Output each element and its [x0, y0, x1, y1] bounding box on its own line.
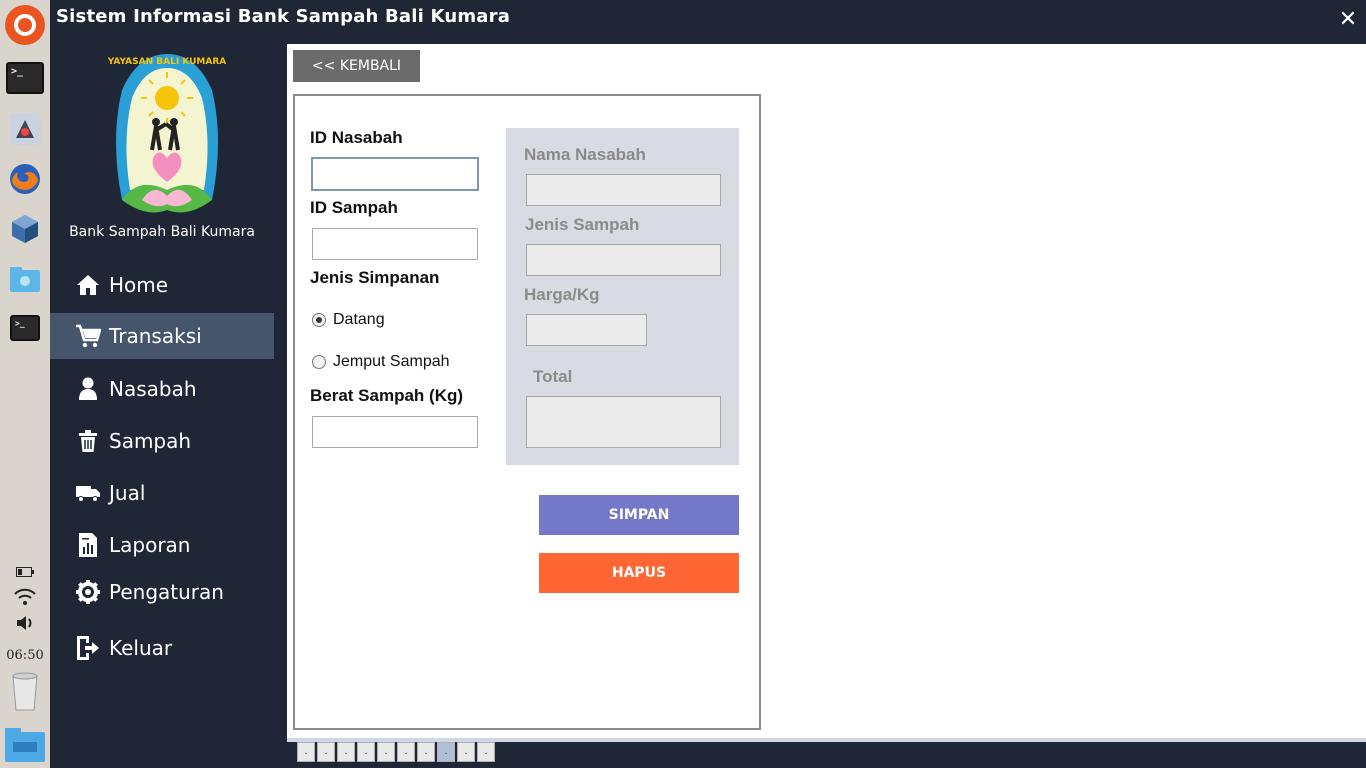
nama-nasabah-label: Nama Nasabah	[524, 145, 646, 164]
nav-label: Jual	[109, 481, 146, 505]
transaction-form: ID Nasabah ID Sampah Jenis Simpanan Data…	[293, 94, 761, 730]
window-title: Sistem Informasi Bank Sampah Bali Kumara	[56, 6, 511, 27]
nav-label: Transaksi	[109, 324, 202, 348]
workspace-tab[interactable]: .	[417, 742, 435, 762]
nav-transaksi[interactable]: Transaksi	[50, 313, 274, 359]
nav-label: Nasabah	[109, 377, 197, 401]
workspace-tabs: . . . . . . . . . .	[297, 742, 497, 762]
nav-label: Pengaturan	[109, 580, 224, 604]
volume-icon[interactable]	[0, 614, 50, 636]
user-icon	[75, 376, 101, 402]
workspace-tab[interactable]: .	[317, 742, 335, 762]
nav-label: Sampah	[109, 429, 192, 453]
nav-label: Keluar	[109, 636, 173, 660]
nav-label: Laporan	[109, 533, 191, 557]
java-app-icon[interactable]	[3, 107, 47, 151]
id-sampah-label: ID Sampah	[310, 198, 398, 217]
id-nasabah-input[interactable]	[311, 157, 479, 191]
nav-sampah[interactable]: Sampah	[50, 418, 274, 464]
trash-bin-icon	[75, 428, 101, 454]
workspace-tab[interactable]: .	[457, 742, 475, 762]
hapus-button[interactable]: HAPUS	[539, 553, 739, 593]
launcher: >_ >_ 06:50	[0, 0, 50, 768]
jenis-simpanan-label: Jenis Simpanan	[310, 268, 440, 287]
simpan-button[interactable]: SIMPAN	[539, 495, 739, 535]
sidebar: YAYASAN BALI KUMARA Bank Sampah Bali Kum…	[50, 44, 287, 768]
workspace-tab[interactable]: .	[357, 742, 375, 762]
main-content: << KEMBALI ID Nasabah ID Sampah Jenis Si…	[287, 44, 1366, 740]
workspace-tab[interactable]: .	[297, 742, 315, 762]
cart-icon	[75, 323, 101, 349]
nama-nasabah-field	[526, 174, 721, 206]
svg-text:YAYASAN BALI KUMARA: YAYASAN BALI KUMARA	[108, 57, 226, 67]
truck-icon	[75, 480, 101, 506]
terminal-icon[interactable]: >_	[3, 306, 47, 350]
radio-jemput-sampah[interactable]: Jemput Sampah	[312, 353, 450, 371]
home-icon	[75, 272, 101, 298]
total-label: Total	[533, 367, 573, 386]
nav-jual[interactable]: Jual	[50, 470, 274, 516]
workspace-tab[interactable]: .	[397, 742, 415, 762]
nav-pengaturan[interactable]: Pengaturan	[50, 569, 274, 615]
close-icon[interactable]: ✕	[1334, 6, 1362, 34]
info-panel: Nama Nasabah Jenis Sampah Harga/Kg Total	[506, 128, 739, 465]
trash-icon[interactable]	[3, 668, 47, 712]
battery-icon[interactable]	[0, 565, 50, 581]
downloads-folder-icon[interactable]	[3, 257, 47, 301]
workspace-tab[interactable]: .	[337, 742, 355, 762]
firefox-icon[interactable]	[3, 157, 47, 201]
window-titlebar: Sistem Informasi Bank Sampah Bali Kumara…	[50, 0, 1366, 44]
gear-icon	[75, 579, 101, 605]
nav-home[interactable]: Home	[50, 262, 274, 308]
harga-label: Harga/Kg	[524, 285, 600, 304]
jenis-sampah-label: Jenis Sampah	[525, 215, 640, 234]
exit-icon	[75, 635, 101, 661]
ubuntu-logo-icon[interactable]	[3, 3, 47, 47]
clock[interactable]: 06:50	[0, 648, 50, 663]
nav-label: Home	[109, 273, 169, 297]
radio-datang[interactable]: Datang	[312, 311, 385, 329]
berat-sampah-label: Berat Sampah (Kg)	[310, 386, 464, 405]
total-field	[526, 396, 721, 448]
harga-field	[526, 314, 647, 346]
back-button[interactable]: << KEMBALI	[293, 50, 420, 82]
id-sampah-input[interactable]	[312, 228, 478, 260]
terminal-icon[interactable]: >_	[3, 56, 47, 100]
virtualbox-icon[interactable]	[3, 207, 47, 251]
nav-keluar[interactable]: Keluar	[50, 625, 274, 671]
wifi-icon[interactable]	[0, 588, 50, 610]
nav-nasabah[interactable]: Nasabah	[50, 366, 274, 412]
workspace-tab[interactable]: .	[377, 742, 395, 762]
radio-unchecked-icon	[312, 355, 326, 369]
report-icon	[75, 532, 101, 558]
id-nasabah-label: ID Nasabah	[310, 128, 403, 147]
nav-laporan[interactable]: Laporan	[50, 522, 274, 568]
berat-sampah-input[interactable]	[312, 416, 478, 448]
radio-jemput-label: Jemput Sampah	[333, 353, 450, 370]
yayasan-logo: YAYASAN BALI KUMARA	[108, 54, 226, 213]
workspace-tab[interactable]: .	[477, 742, 495, 762]
workspace-tab-current[interactable]: .	[437, 742, 455, 762]
jenis-sampah-field	[526, 244, 721, 276]
radio-datang-label: Datang	[333, 311, 385, 328]
radio-checked-icon	[312, 313, 326, 327]
brand-name: Bank Sampah Bali Kumara	[69, 224, 255, 240]
files-icon[interactable]	[3, 722, 47, 766]
